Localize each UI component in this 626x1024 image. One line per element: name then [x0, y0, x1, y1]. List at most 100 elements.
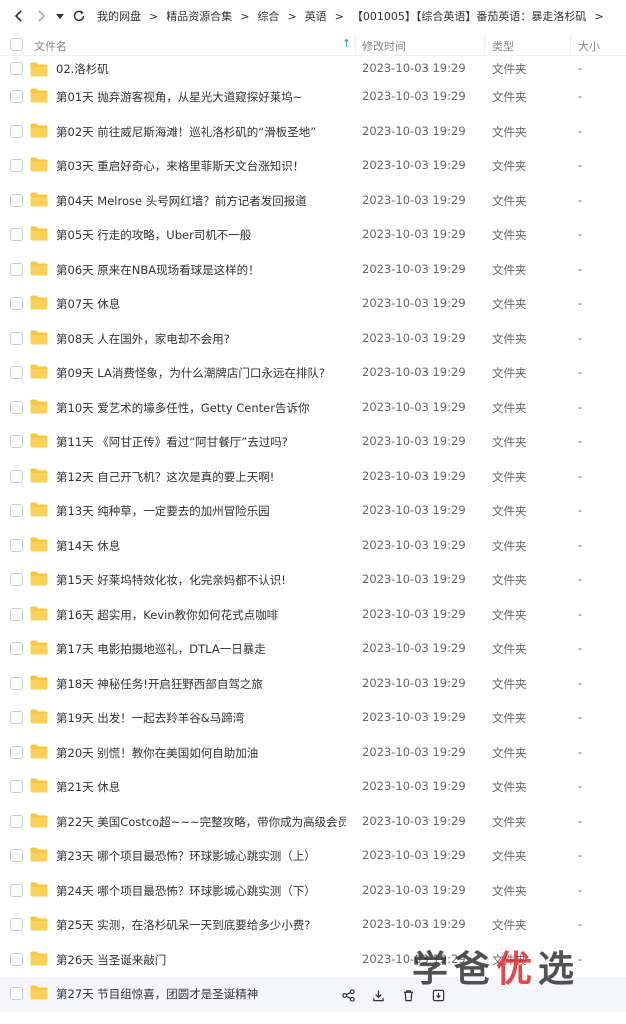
file-name[interactable]: 第05天 行走的攻略，Uber司机不一般 — [56, 227, 251, 243]
row-checkbox[interactable] — [10, 159, 23, 172]
list-item[interactable]: 第13天 纯种草，一定要去的加州冒险乐园 2023-10-03 19:29 文件夹 - — [0, 494, 626, 529]
file-name[interactable]: 第17天 电影拍摄地巡礼，DTLA一日暴走 — [56, 641, 266, 657]
row-checkbox[interactable] — [10, 883, 23, 897]
list-item[interactable]: 第03天 重启好奇心，来格里菲斯天文台涨知识！ 2023-10-03 19:29 文… — [0, 149, 626, 184]
row-checkbox[interactable] — [10, 228, 23, 241]
list-item[interactable]: 第07天 休息 2023-10-03 19:29 文件夹 - — [0, 287, 626, 322]
file-name[interactable]: 第08天 人在国外，家电却不会用? — [56, 331, 230, 347]
list-item[interactable]: 第11天 《阿甘正传》看过“阿甘餐厅”去过吗? 2023-10-03 19:29 文… — [0, 425, 626, 460]
file-name[interactable]: 第01天 抛弃游客视角，从星光大道窥探好莱坞~ — [56, 89, 302, 105]
list-item[interactable]: 第14天 休息 2023-10-03 19:29 文件夹 - — [0, 529, 626, 564]
list-item[interactable]: 第22天 美国Costco超~~~完整攻略，带你成为高级会员! 2023-10-0… — [0, 805, 626, 840]
file-name[interactable]: 第07天 休息 — [56, 296, 120, 312]
file-name[interactable]: 第22天 美国Costco超~~~完整攻略，带你成为高级会员! — [56, 814, 346, 830]
file-name[interactable]: 第25天 实测，在洛杉矶呆一天到底要给多少小费? — [56, 917, 310, 933]
breadcrumb-item[interactable]: 英语 — [302, 8, 330, 24]
row-checkbox[interactable] — [10, 573, 23, 586]
list-item[interactable]: 第01天 抛弃游客视角，从星光大道窥探好莱坞~ 2023-10-03 19:29 文… — [0, 80, 626, 115]
list-item[interactable]: 第24天 哪个项目最恐怖？环球影城心跳实测（下） 2023-10-03 19:29… — [0, 874, 626, 909]
row-checkbox[interactable] — [10, 124, 23, 138]
list-item[interactable]: 第15天 好莱坞特效化妆，化完亲妈都不认识! 2023-10-03 19:29 文件… — [0, 563, 626, 598]
history-dropdown-button[interactable] — [52, 5, 68, 27]
row-checkbox[interactable] — [10, 711, 23, 724]
row-checkbox[interactable] — [10, 435, 23, 448]
breadcrumb-item[interactable]: 【001005】【综合英语】番茄英语：暴走洛杉矶 — [349, 8, 590, 24]
row-checkbox[interactable] — [10, 745, 23, 759]
column-divider[interactable] — [355, 36, 356, 54]
refresh-button[interactable] — [68, 5, 90, 27]
file-name[interactable]: 第19天 出发！一起去羚羊谷&马蹄湾 — [56, 710, 244, 726]
list-item[interactable]: 第17天 电影拍摄地巡礼，DTLA一日暴走 2023-10-03 19:29 文件夹… — [0, 632, 626, 667]
file-name[interactable]: 第06天 原来在NBA现场看球是这样的！ — [56, 262, 260, 278]
list-item[interactable]: 第21天 休息 2023-10-03 19:29 文件夹 - — [0, 770, 626, 805]
forward-button[interactable] — [30, 5, 52, 27]
row-checkbox[interactable] — [10, 297, 23, 310]
row-checkbox[interactable] — [10, 952, 23, 966]
back-button[interactable] — [8, 5, 30, 27]
list-item[interactable]: 第06天 原来在NBA现场看球是这样的！ 2023-10-03 19:29 文件夹 - — [0, 253, 626, 288]
file-name[interactable]: 第20天 别慌！教你在美国如何自助加油 — [56, 745, 258, 761]
column-divider[interactable] — [484, 36, 485, 54]
list-item[interactable]: 第12天 自己开飞机？这次是真的要上天啊! 2023-10-03 19:29 文件夹… — [0, 460, 626, 495]
file-name[interactable]: 第11天 《阿甘正传》看过“阿甘餐厅”去过吗? — [56, 434, 288, 450]
row-checkbox[interactable] — [10, 504, 23, 517]
row-checkbox[interactable] — [10, 642, 23, 655]
list-item[interactable]: 第23天 哪个项目最恐怖？环球影城心跳实测（上） 2023-10-03 19:29… — [0, 839, 626, 874]
breadcrumb-item[interactable]: 精品资源合集 — [163, 8, 235, 24]
file-name[interactable]: 第10天 爱艺术的壕多任性，Getty Center告诉你 — [56, 400, 309, 416]
sort-ascending-icon[interactable]: ↑ — [342, 37, 351, 50]
share-icon[interactable] — [340, 987, 356, 1003]
file-name[interactable]: 第21天 休息 — [56, 779, 120, 795]
breadcrumb-item[interactable]: 我的网盘 — [94, 8, 144, 24]
file-name[interactable]: 第26天 当圣诞来敲门 — [56, 952, 166, 968]
file-name[interactable]: 第24天 哪个项目最恐怖？环球影城心跳实测（下） — [56, 883, 316, 899]
column-header-type[interactable]: 类型 — [492, 38, 514, 54]
file-name[interactable]: 第03天 重启好奇心，来格里菲斯天文台涨知识！ — [56, 158, 304, 174]
row-checkbox[interactable] — [10, 193, 23, 207]
file-name[interactable]: 第14天 休息 — [56, 538, 120, 554]
list-item[interactable]: 第20天 别慌！教你在美国如何自助加油 2023-10-03 19:29 文件夹 - — [0, 736, 626, 771]
download-icon[interactable] — [370, 987, 386, 1003]
row-checkbox[interactable] — [10, 366, 23, 379]
row-checkbox[interactable] — [10, 814, 23, 828]
row-checkbox[interactable] — [10, 90, 23, 103]
row-checkbox[interactable] — [10, 987, 23, 1000]
list-item[interactable]: 第19天 出发！一起去羚羊谷&马蹄湾 2023-10-03 19:29 文件夹 - — [0, 701, 626, 736]
file-name[interactable]: 第23天 哪个项目最恐怖？环球影城心跳实测（上） — [56, 848, 316, 864]
row-checkbox[interactable] — [10, 607, 23, 621]
column-divider[interactable] — [570, 36, 571, 54]
file-name[interactable]: 第13天 纯种草，一定要去的加州冒险乐园 — [56, 503, 270, 519]
file-name[interactable]: 第09天 LA消费怪象，为什么潮牌店门口永远在排队? — [56, 365, 325, 381]
row-checkbox[interactable] — [10, 469, 23, 483]
list-item[interactable]: 第16天 超实用，Kevin教你如何花式点咖啡 2023-10-03 19:29 文… — [0, 598, 626, 633]
list-item[interactable]: 第09天 LA消费怪象，为什么潮牌店门口永远在排队? 2023-10-03 19:… — [0, 356, 626, 391]
list-item[interactable]: 第02天 前往威尼斯海滩！巡礼洛杉矶的“滑板圣地” 2023-10-03 19:2… — [0, 115, 626, 150]
row-checkbox[interactable] — [10, 62, 23, 75]
list-item[interactable]: 第04天 Melrose 头号网红墙？前方记者发回报道 2023-10-03 19… — [0, 184, 626, 219]
row-checkbox[interactable] — [10, 331, 23, 345]
list-item[interactable]: 第05天 行走的攻略，Uber司机不一般 2023-10-03 19:29 文件夹 - — [0, 218, 626, 253]
row-checkbox[interactable] — [10, 262, 23, 276]
file-name[interactable]: 第02天 前往威尼斯海滩！巡礼洛杉矶的“滑板圣地” — [56, 124, 316, 140]
row-checkbox[interactable] — [10, 538, 23, 552]
row-checkbox[interactable] — [10, 400, 23, 414]
file-name[interactable]: 02.洛杉矶 — [56, 61, 109, 77]
column-header-size[interactable]: 大小 — [578, 38, 600, 54]
file-name[interactable]: 第04天 Melrose 头号网红墙？前方记者发回报道 — [56, 193, 307, 209]
list-item[interactable]: 第08天 人在国外，家电却不会用? 2023-10-03 19:29 文件夹 - — [0, 322, 626, 357]
list-item[interactable]: 第10天 爱艺术的壕多任性，Getty Center告诉你 2023-10-03 … — [0, 391, 626, 426]
file-name[interactable]: 第15天 好莱坞特效化妆，化完亲妈都不认识! — [56, 572, 286, 588]
file-name[interactable]: 第16天 超实用，Kevin教你如何花式点咖啡 — [56, 607, 278, 623]
column-header-time[interactable]: 修改时间 — [362, 38, 406, 54]
file-name[interactable]: 第18天 神秘任务!开启狂野西部自驾之旅 — [56, 676, 263, 692]
row-checkbox[interactable] — [10, 918, 23, 931]
breadcrumb-item[interactable]: 综合 — [254, 8, 282, 24]
file-name[interactable]: 第12天 自己开飞机？这次是真的要上天啊! — [56, 469, 274, 485]
row-checkbox[interactable] — [10, 780, 23, 793]
file-name[interactable]: 第27天 节目组惊喜，团圆才是圣诞精神 — [56, 986, 258, 1002]
row-checkbox[interactable] — [10, 676, 23, 690]
list-item[interactable]: 第18天 神秘任务!开启狂野西部自驾之旅 2023-10-03 19:29 文件夹 - — [0, 667, 626, 702]
column-header-name[interactable]: 文件名 — [34, 38, 67, 54]
row-checkbox[interactable] — [10, 849, 23, 862]
list-item[interactable]: 第25天 实测，在洛杉矶呆一天到底要给多少小费? 2023-10-03 19:29… — [0, 908, 626, 943]
